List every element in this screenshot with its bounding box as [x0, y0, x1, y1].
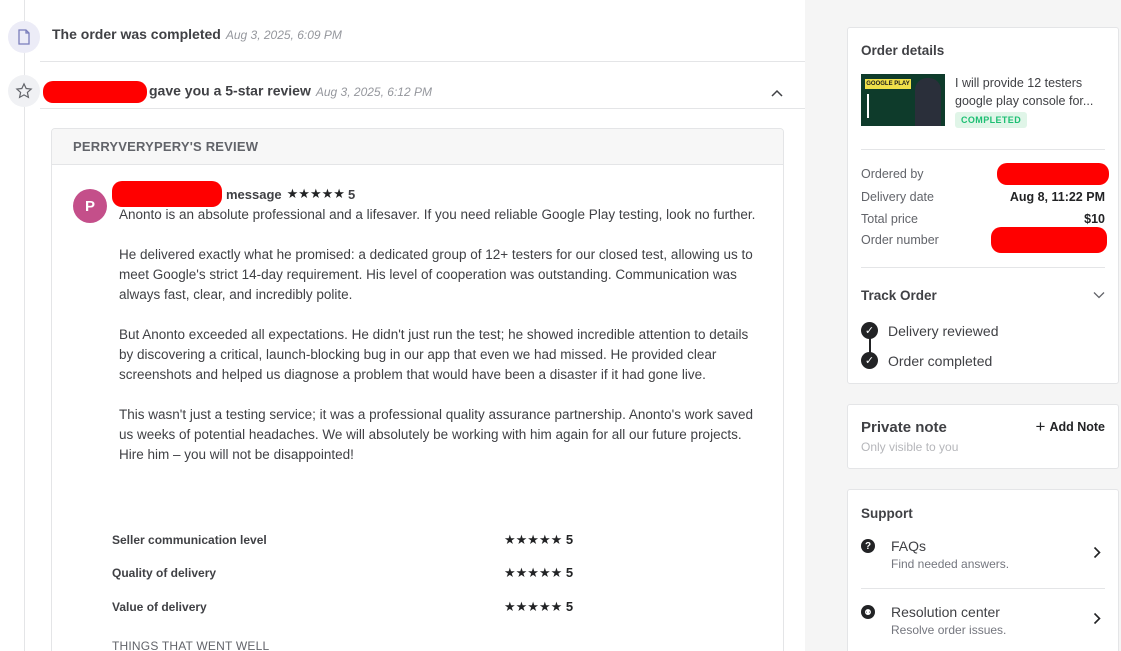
rating-label: Seller communication level	[112, 533, 267, 547]
rating-label: Value of delivery	[112, 600, 207, 614]
check-circle-icon: ✓	[861, 352, 878, 369]
support-title: Support	[861, 506, 913, 521]
faqs-title-row: ? FAQs	[861, 538, 1105, 554]
track-step-delivery-reviewed: ✓ Delivery reviewed	[861, 322, 998, 339]
add-note-button[interactable]: + Add Note	[1035, 417, 1106, 436]
collapse-chevron-icon[interactable]	[770, 85, 784, 103]
support-card: Support ? FAQs Find needed answers. ⚉ Re…	[847, 489, 1119, 651]
rating-value: 5	[565, 565, 574, 580]
chevron-right-icon	[1093, 612, 1101, 630]
resolution-title-row: ⚉ Resolution center	[861, 604, 1105, 620]
total-price-value: $10	[1084, 212, 1105, 226]
rating-value: 5	[565, 599, 574, 614]
support-item-label: FAQs	[891, 538, 927, 554]
thumbnail-person	[915, 78, 941, 126]
thumbnail-text: GOOGLE PLAY	[865, 79, 911, 89]
review-text: Anonto is an absolute professional and a…	[119, 205, 759, 485]
event-review-text: gave you a 5-star review Aug 3, 2025, 6:1…	[43, 81, 432, 103]
support-item-resolution-center[interactable]: ⚉ Resolution center Resolve order issues…	[861, 604, 1105, 640]
track-step-label: Order completed	[888, 352, 993, 369]
order-details-title: Order details	[861, 43, 945, 58]
review-paragraph: Anonto is an absolute professional and a…	[119, 207, 756, 222]
track-order-title: Track Order	[861, 287, 937, 303]
order-number-row: Order number	[861, 227, 1107, 253]
rating-stars: ★★★★★ 5	[504, 565, 573, 581]
order-details-card: Order details GOOGLE PLAY I will provide…	[847, 27, 1119, 384]
rating-stars: ★★★★★ 5	[504, 532, 573, 548]
add-note-label: Add Note	[1049, 420, 1105, 434]
resolution-icon: ⚉	[861, 605, 875, 619]
activity-panel: The order was completed Aug 3, 2025, 6:09…	[0, 0, 805, 651]
star-rating-icon: ★★★★★	[504, 532, 563, 547]
event-date: Aug 3, 2025, 6:12 PM	[315, 84, 432, 99]
rating-row-quality: Quality of delivery ★★★★★ 5	[112, 565, 612, 581]
redacted-reviewer-name	[112, 181, 222, 207]
gig-thumbnail[interactable]: GOOGLE PLAY	[861, 74, 945, 126]
review-paragraph: This wasn't just a testing service; it w…	[119, 407, 753, 462]
private-note-subtitle: Only visible to you	[861, 440, 959, 454]
total-price-label: Total price	[861, 212, 918, 226]
support-item-label: Resolution center	[891, 604, 1000, 620]
ordered-by-label: Ordered by	[861, 167, 924, 181]
gig-title-link[interactable]: I will provide 12 testers google play co…	[955, 74, 1105, 110]
rating-label: Quality of delivery	[112, 566, 217, 580]
track-step-label: Delivery reviewed	[888, 322, 999, 339]
divider	[40, 108, 805, 109]
document-icon	[8, 21, 40, 53]
delivery-date-row: Delivery date Aug 8, 11:22 PM	[861, 189, 1105, 205]
timeline-event-review: gave you a 5-star review Aug 3, 2025, 6:1…	[0, 75, 805, 107]
support-item-faqs[interactable]: ? FAQs Find needed answers.	[861, 538, 1105, 574]
review-header: PERRYVERYPERY'S REVIEW	[52, 129, 783, 165]
chevron-down-icon	[1093, 286, 1105, 304]
status-badge: COMPLETED	[955, 112, 1028, 128]
rating-stars: ★★★★★ 5	[504, 599, 573, 615]
ordered-by-row: Ordered by	[861, 163, 1109, 185]
thumbnail-decoration	[867, 94, 907, 118]
review-meta: message ★★★★★ 5	[112, 181, 355, 207]
review-paragraph: He delivered exactly what he promised: a…	[119, 247, 753, 302]
star-icon	[8, 75, 40, 107]
star-rating-icon: ★★★★★	[504, 565, 563, 580]
private-note-card: Private note Only visible to you + Add N…	[847, 404, 1119, 469]
delivery-date-value: Aug 8, 11:22 PM	[1009, 190, 1105, 204]
overall-rating-value: 5	[347, 186, 356, 202]
order-sidebar: Order details GOOGLE PLAY I will provide…	[805, 0, 1121, 651]
support-item-subtitle: Resolve order issues.	[891, 623, 1007, 637]
delivery-date-label: Delivery date	[861, 190, 934, 204]
timeline-event-completed: The order was completed Aug 3, 2025, 6:09…	[0, 18, 805, 53]
redacted-username	[43, 81, 147, 103]
redacted-order-number	[991, 227, 1107, 253]
track-step-order-completed: ✓ Order completed	[861, 352, 992, 369]
event-date: Aug 3, 2025, 6:09 PM	[225, 28, 342, 42]
track-order-toggle[interactable]: Track Order	[861, 286, 1105, 304]
things-went-well-heading: THINGS THAT WENT WELL	[112, 639, 270, 651]
chevron-right-icon	[1093, 546, 1101, 564]
star-rating-icon: ★★★★★	[504, 599, 563, 614]
total-price-row: Total price $10	[861, 211, 1105, 227]
review-meta-label: message	[226, 186, 282, 202]
check-circle-icon: ✓	[861, 322, 878, 339]
rating-value: 5	[565, 532, 574, 547]
rating-row-value: Value of delivery ★★★★★ 5	[112, 599, 612, 615]
redacted-buyer	[997, 163, 1109, 185]
avatar: P	[73, 189, 107, 223]
event-completed-text: The order was completed Aug 3, 2025, 6:09…	[52, 26, 342, 42]
review-paragraph: But Anonto exceeded all expectations. He…	[119, 327, 749, 382]
support-item-subtitle: Find needed answers.	[891, 557, 1010, 571]
question-circle-icon: ?	[861, 539, 875, 553]
divider	[861, 267, 1105, 268]
plus-icon: +	[1035, 417, 1046, 436]
divider	[861, 588, 1105, 589]
order-number-label: Order number	[861, 233, 939, 247]
private-note-title: Private note	[861, 419, 947, 436]
rating-row-communication: Seller communication level ★★★★★ 5	[112, 532, 612, 548]
divider	[40, 61, 805, 62]
review-card: PERRYVERYPERY'S REVIEW P message ★★★★★ 5…	[51, 128, 784, 651]
divider	[861, 149, 1105, 150]
star-rating-icon: ★★★★★	[286, 186, 345, 201]
